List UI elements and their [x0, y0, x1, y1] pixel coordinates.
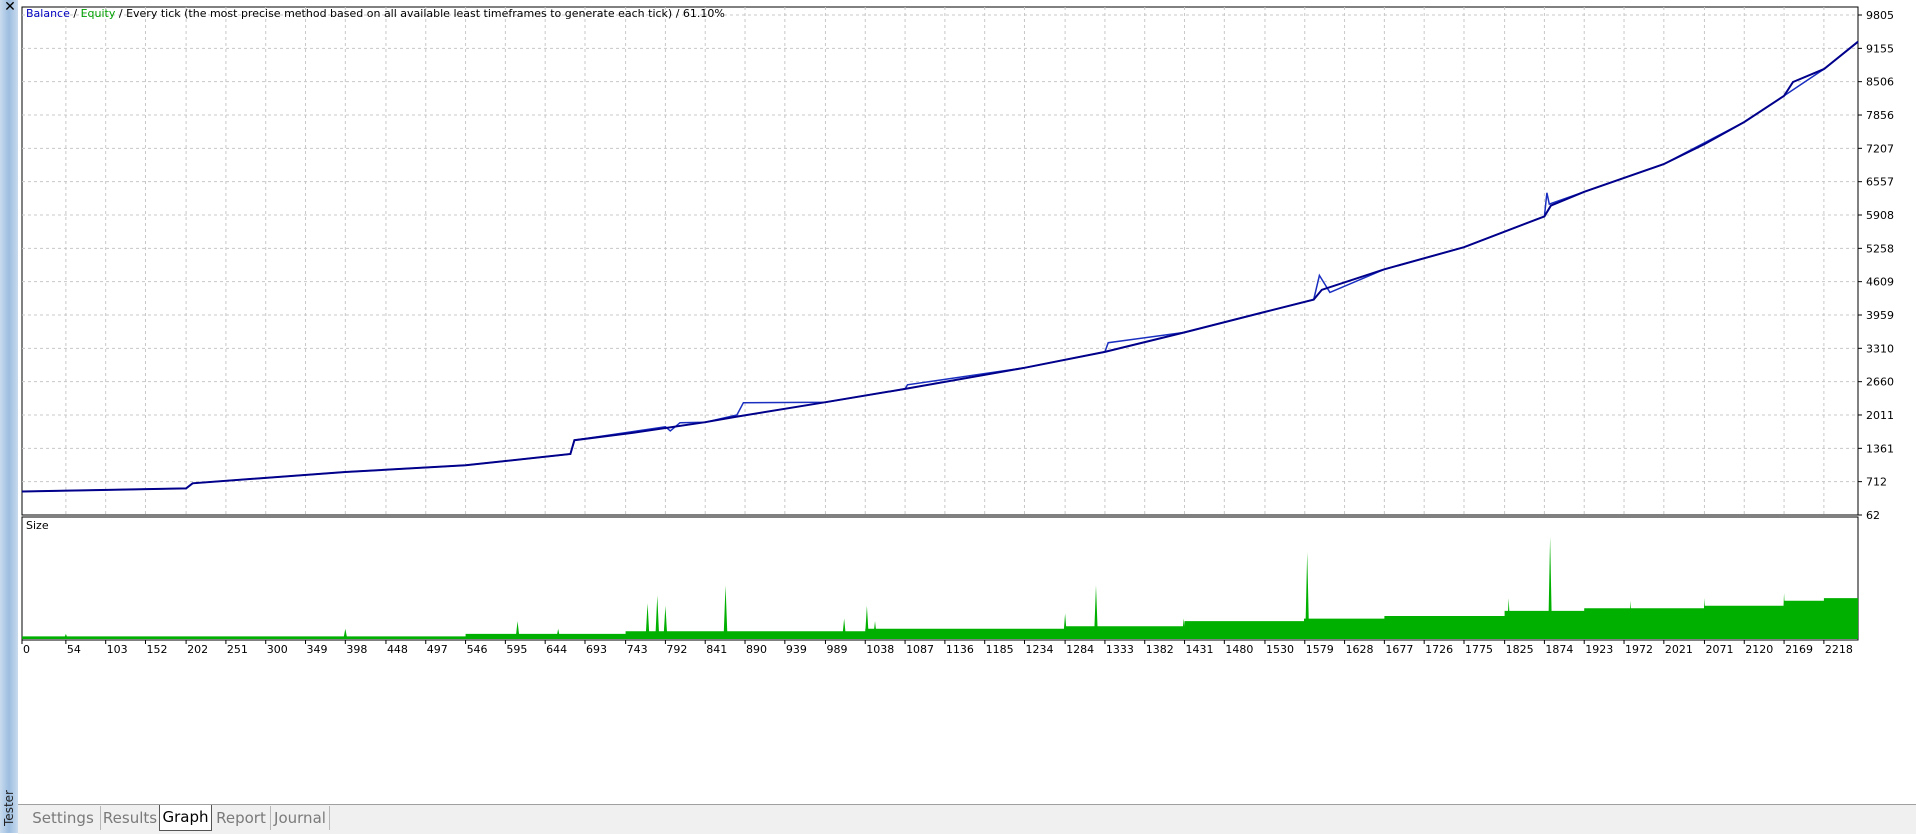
- main-plot-frame: [21, 6, 1859, 516]
- y-tick-label: 6557: [1866, 176, 1894, 189]
- x-tick-label: 1874: [1545, 643, 1573, 656]
- x-tick-label: 2169: [1785, 643, 1813, 656]
- x-tick-label: 398: [346, 643, 367, 656]
- y-tick-label: 62: [1866, 509, 1880, 522]
- x-tick-label: 2071: [1705, 643, 1733, 656]
- x-tick-label: 693: [586, 643, 607, 656]
- tab-journal[interactable]: Journal: [271, 806, 330, 830]
- x-tick-label: 890: [746, 643, 767, 656]
- tester-graph: 62 712 1361 2011 2660 3310 3959 4609 5258 5908 655…: [21, 6, 1894, 656]
- y-tick-label: 1361: [1866, 442, 1894, 455]
- x-tick-label: 202: [187, 643, 208, 656]
- x-tick-label: 1333: [1106, 643, 1134, 656]
- tab-graph[interactable]: Graph: [159, 805, 212, 831]
- x-tick-label: 497: [427, 643, 448, 656]
- tab-report[interactable]: Report: [212, 806, 271, 830]
- x-tick-label: 1284: [1066, 643, 1094, 656]
- x-tick-label: 1185: [986, 643, 1014, 656]
- x-tick-label: 1726: [1425, 643, 1453, 656]
- x-tick-label: 1382: [1146, 643, 1174, 656]
- x-tick-label: 1825: [1506, 643, 1534, 656]
- y-tick-label: 2660: [1866, 376, 1894, 389]
- size-label: Size: [26, 519, 49, 532]
- tab-results[interactable]: Results: [101, 806, 160, 830]
- x-tick-label: 54: [67, 643, 81, 656]
- y-tick-label: 4609: [1866, 276, 1894, 289]
- y-tick-label: 7856: [1866, 109, 1894, 122]
- x-tick-label: 1087: [906, 643, 934, 656]
- y-tick-label: 5908: [1866, 209, 1894, 222]
- tab-settings[interactable]: Settings: [26, 806, 101, 830]
- x-tick-label: 300: [267, 643, 288, 656]
- x-tick-label: 939: [786, 643, 807, 656]
- x-tick-label: 743: [627, 643, 648, 656]
- x-tick-label: 0: [23, 643, 30, 656]
- x-tick-label: 349: [307, 643, 328, 656]
- x-tick-label: 644: [546, 643, 567, 656]
- y-tick-label: 3959: [1866, 309, 1894, 322]
- x-tick-label: 152: [146, 643, 167, 656]
- tester-side-strip: ✕ Tester: [0, 0, 19, 833]
- y-tick-label: 3310: [1866, 342, 1894, 355]
- y-tick-label: 9155: [1866, 42, 1894, 55]
- x-tick-label: 989: [826, 643, 847, 656]
- x-tick-label: 546: [467, 643, 488, 656]
- x-tick-label: 595: [506, 643, 527, 656]
- x-tick-label: 792: [666, 643, 687, 656]
- x-tick-label: 1775: [1465, 643, 1493, 656]
- x-tick-label: 103: [107, 643, 128, 656]
- chart-area: 62 712 1361 2011 2660 3310 3959 4609 5258 5908 655…: [18, 0, 1916, 804]
- x-tick-label: 1431: [1186, 643, 1214, 656]
- x-tick-label: 1579: [1306, 643, 1334, 656]
- x-tick-label: 2120: [1745, 643, 1773, 656]
- y-tick-label: 2011: [1866, 409, 1894, 422]
- x-tick-label: 2218: [1825, 643, 1853, 656]
- y-tick-label: 712: [1866, 476, 1887, 489]
- x-tick-label: 2021: [1665, 643, 1693, 656]
- tester-tabs: Settings Results Graph Report Journal: [18, 804, 1916, 834]
- x-tick-label: 1628: [1346, 643, 1374, 656]
- chart-legend: Balance / Equity / Every tick (the most …: [26, 7, 725, 20]
- x-tick-label: 1923: [1585, 643, 1613, 656]
- x-tick-label: 1677: [1385, 643, 1413, 656]
- tester-label: Tester: [2, 790, 16, 826]
- x-tick-label: 1136: [946, 643, 974, 656]
- x-tick-label: 1038: [866, 643, 894, 656]
- y-tick-label: 8506: [1866, 76, 1894, 89]
- y-tick-label: 7207: [1866, 142, 1894, 155]
- x-tick-label: 1480: [1225, 643, 1253, 656]
- close-icon[interactable]: ✕: [4, 0, 16, 14]
- x-tick-label: 1234: [1025, 643, 1053, 656]
- x-tick-label: 251: [227, 643, 248, 656]
- y-tick-label: 5258: [1866, 242, 1894, 255]
- x-tick-label: 1530: [1266, 643, 1294, 656]
- x-tick-label: 841: [706, 643, 727, 656]
- y-tick-label: 9805: [1866, 9, 1894, 22]
- x-tick-label: 448: [387, 643, 408, 656]
- x-tick-label: 1972: [1625, 643, 1653, 656]
